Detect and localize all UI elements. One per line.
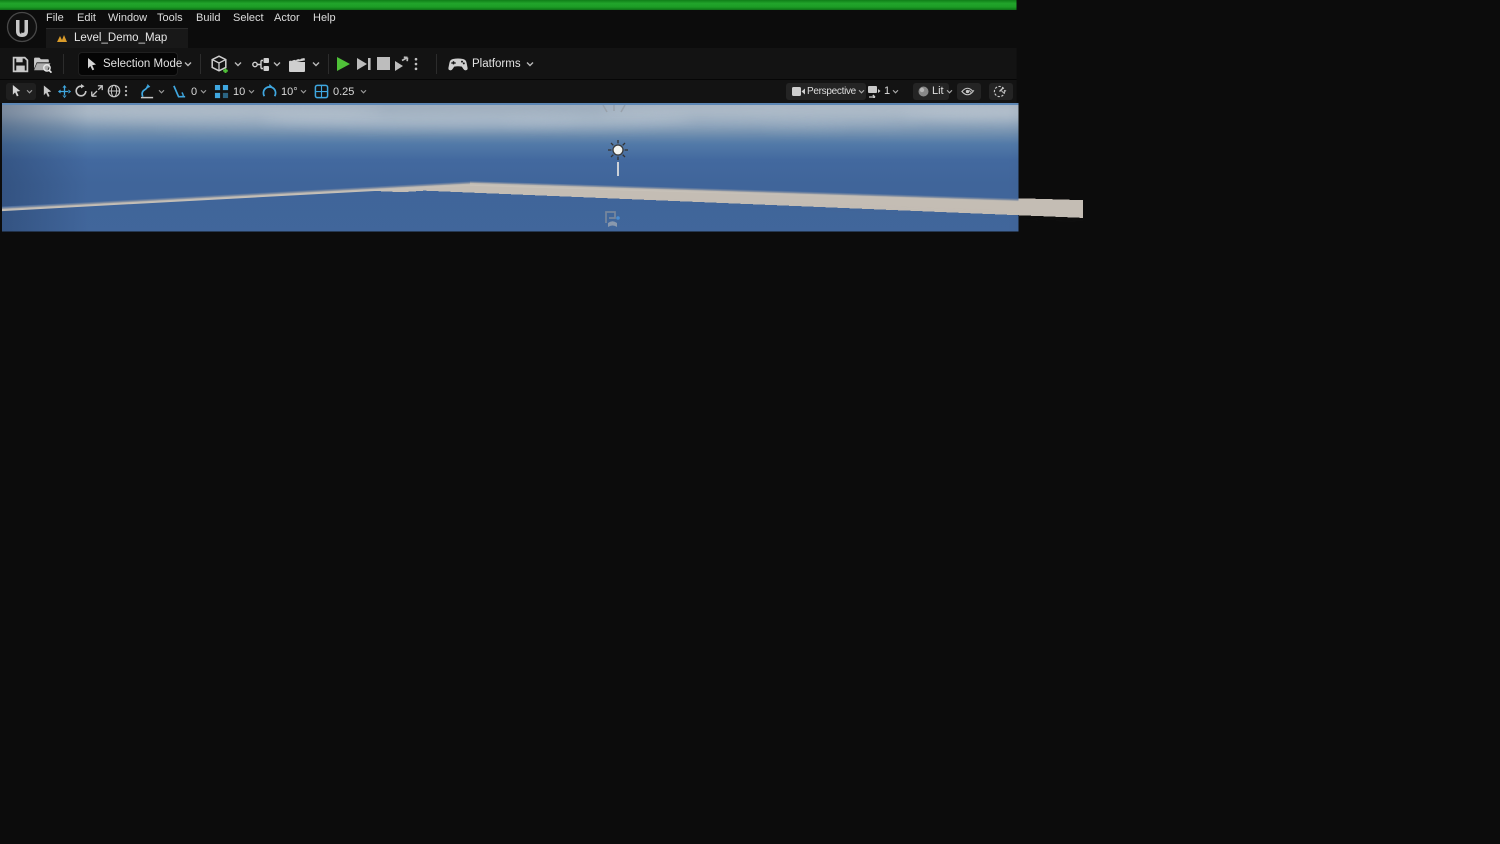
svg-text:z: z	[45, 404, 50, 414]
svg-text:y: y	[64, 442, 69, 452]
svg-text:x: x	[56, 428, 61, 438]
